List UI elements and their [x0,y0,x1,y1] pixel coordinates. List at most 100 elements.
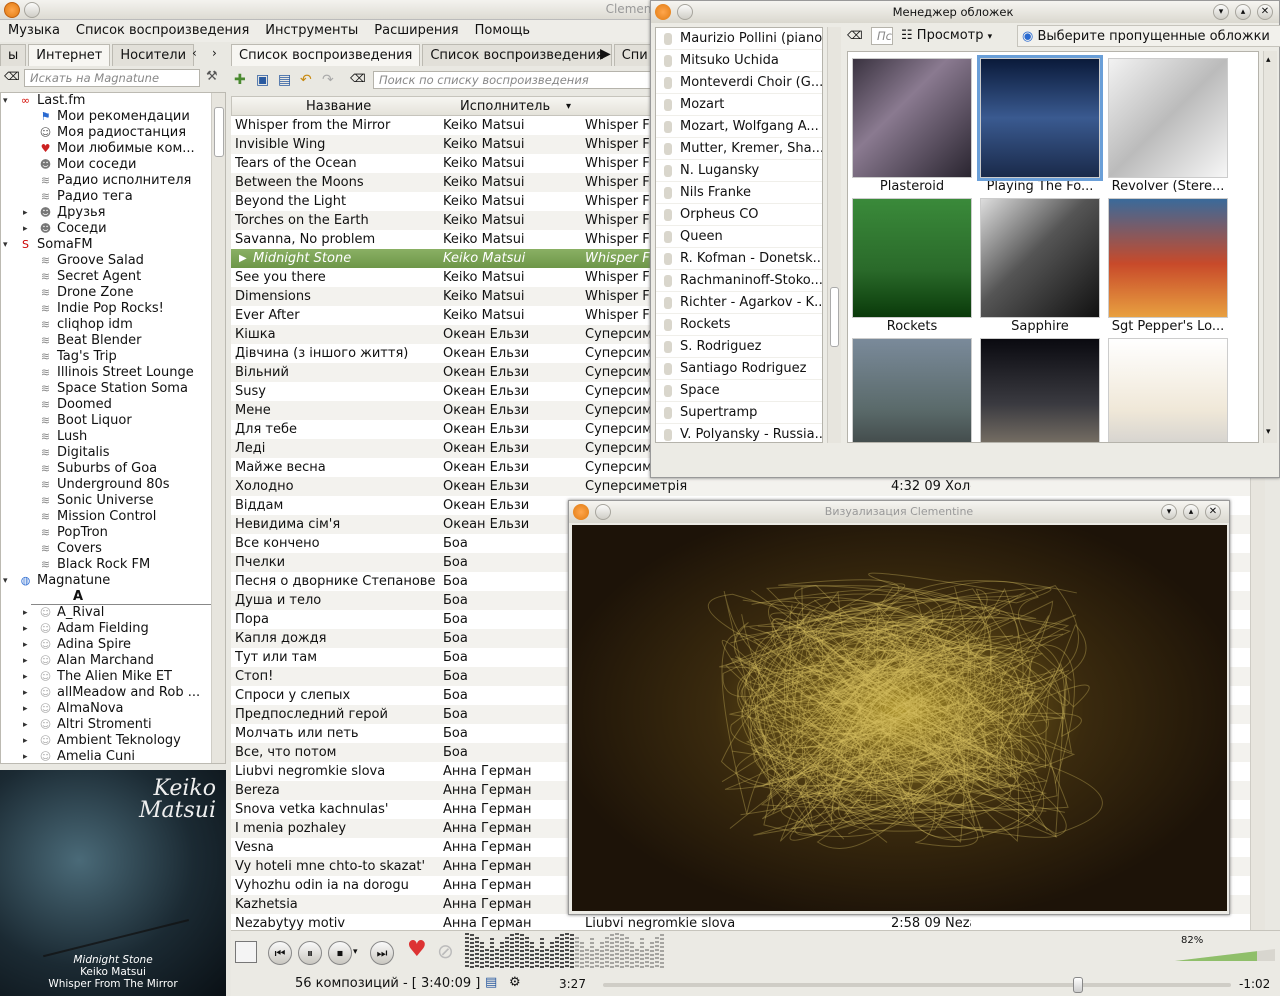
column-title[interactable]: Название [306,99,371,114]
tree-item[interactable]: ≋ Indie Pop Rocks! [1,301,211,317]
tree-item[interactable]: ≋ Groove Salad [1,253,211,269]
album-cover[interactable] [980,338,1100,442]
artist-item[interactable]: Orpheus CO [656,204,822,226]
tree-item[interactable]: ▾ ◍ Magnatune [1,573,211,589]
tree-item[interactable]: ≋ Space Station Soma [1,381,211,397]
tree-scroll-thumb[interactable] [214,107,224,157]
expand-arrow-icon[interactable]: ▾ [3,237,8,253]
settings-gear-icon[interactable]: ⚙ [509,975,521,990]
artist-item[interactable]: N. Lugansky [656,160,822,182]
tree-item[interactable]: ≋ Digitalis [1,445,211,461]
expand-arrow-icon[interactable]: ▸ [23,685,28,701]
seek-slider[interactable] [603,977,1231,993]
tab-scroll-right-icon[interactable]: › [212,46,217,60]
playlist-row[interactable]: Холодно Океан Ельзи Суперсиметрія 4:32 09 Х… [231,477,1265,496]
artist-item[interactable]: Monteverdi Choir (G... [656,72,822,94]
artist-scrollbar[interactable] [827,27,841,443]
clear-filter-icon[interactable]: ⌫ [350,72,366,85]
artist-item[interactable]: Richter - Agarkov - K... [656,292,822,314]
tree-item[interactable]: ≋ Covers [1,541,211,557]
expand-arrow-icon[interactable]: ▸ [23,653,28,669]
artist-item[interactable]: Santiago Rodriguez [656,358,822,380]
previous-button[interactable]: ⏮ [268,941,292,965]
artist-item[interactable]: Rachmaninoff-Stoko... [656,270,822,292]
left-tab[interactable]: ы [0,44,27,66]
album-cover[interactable]: Sapphire [980,198,1100,336]
magnatune-search-input[interactable]: Искать на Magnatune [24,69,200,87]
close-button[interactable]: ✕ [1257,4,1273,20]
settings-wrench-icon[interactable]: ⚒ [206,69,218,84]
stop-menu-chevron-icon[interactable]: ▾ [353,947,358,957]
stop-after-icon[interactable] [235,941,257,963]
ban-icon[interactable]: ⊘ [437,939,454,963]
artist-item[interactable]: Rockets [656,314,822,336]
tree-item[interactable]: ≋ Радио тега [1,189,211,205]
viz-maximize-button[interactable]: ▴ [1183,504,1199,520]
tree-item[interactable]: ≋ Black Rock FM [1,557,211,573]
expand-arrow-icon[interactable]: ▸ [23,221,28,237]
playlist-tab[interactable]: Список воспроизведения [231,44,421,66]
analyzer[interactable] [465,933,665,969]
artist-item[interactable]: Mutter, Kremer, Sha... [656,138,822,160]
tree-item[interactable]: ▸ ☺ Adina Spire [1,637,211,653]
stop-button[interactable]: ⏹ [328,941,352,965]
artist-item[interactable]: Nils Franke [656,182,822,204]
cover-scroll-up-icon[interactable]: ▴ [1266,55,1271,65]
expand-arrow-icon[interactable]: ▸ [23,637,28,653]
tab-scroll-left-icon[interactable]: ‹ [192,46,197,60]
tree-item[interactable]: ▸ ☺ AlmaNova [1,701,211,717]
tree-item[interactable]: ▸ ☺ A_Rival [1,605,211,621]
artist-scroll-thumb[interactable] [830,287,839,347]
playlist-row[interactable]: Nezabytyy motiv Анна Герман Liubvi negromk… [231,914,1265,930]
playlist-search-input[interactable]: Поиск по списку воспроизведения [373,71,651,89]
tree-item[interactable]: ▾ S SomaFM [1,237,211,253]
tree-item[interactable]: ▸ ☻ Соседи [1,221,211,237]
save-playlist-icon[interactable]: ▤ [278,72,291,88]
tree-item[interactable]: ▸ ☺ Altri Stromenti [1,717,211,733]
album-cover[interactable]: Rockets [852,198,972,336]
playlist-tab[interactable]: Список воспроизведения [422,44,612,66]
expand-arrow-icon[interactable]: ▸ [23,205,28,221]
left-tab[interactable]: Интернет [28,44,111,66]
menu-item[interactable]: Список воспроизведения [68,20,257,38]
viz-minimize-button[interactable]: ▾ [1161,504,1177,520]
tree-item[interactable]: ☺ Моя радиостанция [1,125,211,141]
cover-scroll-down-icon[interactable]: ▾ [1266,427,1271,437]
tree-item[interactable]: ≋ Drone Zone [1,285,211,301]
tree-item[interactable]: ♥ Мои любимые ком... [1,141,211,157]
expand-arrow-icon[interactable]: ▸ [23,701,28,717]
tree-item[interactable]: ▸ ☺ allMeadow and Rob ... [1,685,211,701]
artist-item[interactable]: Mozart, Wolfgang A... [656,116,822,138]
pause-button[interactable]: ⏸ [298,941,322,965]
expand-arrow-icon[interactable]: ▸ [23,733,28,749]
expand-arrow-icon[interactable]: ▸ [23,717,28,733]
fetch-missing-covers-button[interactable]: ◉ Выберите пропущенные обложки [1017,25,1280,47]
tree-item[interactable]: ☻ Мои соседи [1,157,211,173]
now-playing-album-art[interactable]: Keiko Matsui Midnight Stone Keiko Matsui… [0,770,226,996]
tree-item[interactable]: ≋ Suburbs of Goa [1,461,211,477]
tree-item[interactable]: ≋ Boot Liquor [1,413,211,429]
tree-item[interactable]: ≋ Doomed [1,397,211,413]
tree-item[interactable]: ≋ Secret Agent [1,269,211,285]
tree-item[interactable]: ⚑ Мои рекомендации [1,109,211,125]
tree-item[interactable]: ▸ ☺ Amelia Cuni [1,749,211,763]
redo-icon[interactable]: ↷ [322,72,334,88]
artist-item[interactable]: S. Rodriguez [656,336,822,358]
cover-filter-input[interactable]: Пс [871,27,893,45]
menu-item[interactable]: Помощь [467,20,538,38]
playlist-icon[interactable]: ▤ [485,975,497,990]
tree-item[interactable]: ≋ Underground 80s [1,477,211,493]
expand-arrow-icon[interactable]: ▾ [3,573,8,589]
tree-item[interactable]: ▸ ☻ Друзья [1,205,211,221]
artist-item[interactable]: Maurizio Pollini (piano) [656,28,822,50]
artist-item[interactable]: Supertramp [656,402,822,424]
column-artist[interactable]: Исполнитель [460,99,550,114]
volume-slider[interactable] [1175,949,1275,961]
next-button[interactable]: ⏭ [370,941,394,965]
tree-item[interactable]: ≋ cliqhop idm [1,317,211,333]
view-dropdown[interactable]: ☷ Просмотр ▾ [897,25,1009,47]
artist-item[interactable]: Space [656,380,822,402]
tree-item[interactable]: ≋ PopTron [1,525,211,541]
clear-search-icon[interactable]: ⌫ [4,70,20,83]
tree-item[interactable]: A [31,589,211,605]
